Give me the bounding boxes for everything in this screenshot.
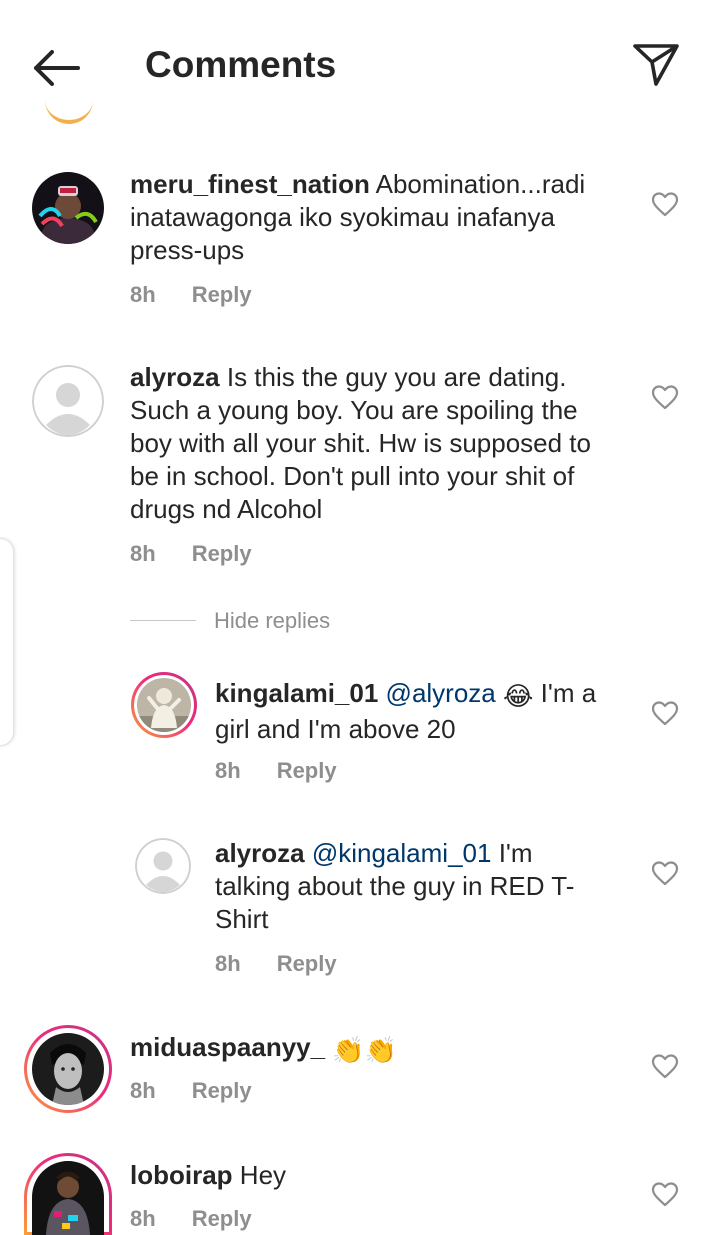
avatar[interactable]	[135, 838, 191, 894]
comment-username[interactable]: miduaspaanyy_	[130, 1032, 325, 1062]
heart-outline-icon[interactable]	[651, 700, 679, 726]
avatar	[45, 96, 93, 124]
comment-body: kingalami_01 @alyroza 😂 I'm a girl and I…	[215, 677, 620, 746]
heart-outline-icon[interactable]	[651, 191, 679, 217]
story-ring[interactable]	[24, 1153, 112, 1235]
reply-button[interactable]: Reply	[277, 758, 337, 783]
comment-time: 8h	[130, 541, 156, 566]
comment-meta: 8h Reply	[130, 282, 252, 308]
comment-meta: 8h Reply	[130, 1078, 252, 1104]
heart-outline-icon[interactable]	[651, 1053, 679, 1079]
comment-username[interactable]: loboirap	[130, 1160, 233, 1190]
arrow-left-icon	[34, 50, 80, 86]
reply-button[interactable]: Reply	[192, 541, 252, 566]
comment-body: miduaspaanyy_ 👏👏	[130, 1031, 620, 1067]
reply-button[interactable]: Reply	[277, 951, 337, 976]
page-title: Comments	[145, 44, 337, 85]
comment-body: alyroza @kingalami_01 I'm talking about …	[215, 837, 610, 936]
avatar[interactable]	[32, 365, 104, 437]
paper-plane-icon	[633, 44, 679, 86]
back-button[interactable]	[30, 46, 82, 90]
comment-body: loboirap Hey	[130, 1159, 620, 1192]
hide-replies-row: Hide replies	[130, 608, 430, 638]
comment-time: 8h	[130, 1078, 156, 1103]
comment-meta: 8h Reply	[215, 758, 337, 784]
reply-button[interactable]: Reply	[192, 282, 252, 307]
avatar	[32, 1033, 104, 1105]
comment-username[interactable]: alyroza	[130, 362, 220, 392]
heart-outline-icon[interactable]	[651, 1181, 679, 1207]
comment-body: meru_finest_nation Abomination...radi in…	[130, 168, 620, 267]
comment-username[interactable]: meru_finest_nation	[130, 169, 370, 199]
reply-button[interactable]: Reply	[192, 1078, 252, 1103]
heart-outline-icon[interactable]	[651, 384, 679, 410]
reply-button[interactable]: Reply	[192, 1206, 252, 1231]
story-ring[interactable]	[131, 672, 197, 738]
comment-time: 8h	[130, 1206, 156, 1231]
send-button[interactable]	[632, 42, 680, 88]
comment-text: Hey	[239, 1160, 287, 1190]
comment-meta: 8h Reply	[130, 1206, 252, 1232]
avatar	[32, 1161, 104, 1235]
comment-time: 8h	[130, 282, 156, 307]
heart-outline-icon[interactable]	[651, 860, 679, 886]
divider	[130, 620, 196, 621]
mention-link[interactable]: @kingalami_01	[312, 838, 492, 868]
side-drawer-handle[interactable]	[0, 538, 14, 746]
mention-link[interactable]: @alyroza	[386, 678, 496, 708]
hide-replies-button[interactable]: Hide replies	[214, 608, 330, 634]
header: Comments	[0, 0, 720, 124]
comment-meta: 8h Reply	[130, 541, 252, 567]
comment-username[interactable]: alyroza	[215, 838, 305, 868]
comment-username[interactable]: kingalami_01	[215, 678, 378, 708]
comment-time: 8h	[215, 951, 241, 976]
avatar	[137, 678, 191, 732]
story-ring[interactable]	[24, 1025, 112, 1113]
clapping-hands-emoji-icon: 👏👏	[332, 1035, 398, 1065]
comment-body: alyroza Is this the guy you are dating. …	[130, 361, 615, 526]
laughing-emoji-icon: 😂	[503, 681, 534, 711]
comment-time: 8h	[215, 758, 241, 783]
comment-meta: 8h Reply	[215, 951, 337, 977]
avatar[interactable]	[32, 172, 104, 244]
